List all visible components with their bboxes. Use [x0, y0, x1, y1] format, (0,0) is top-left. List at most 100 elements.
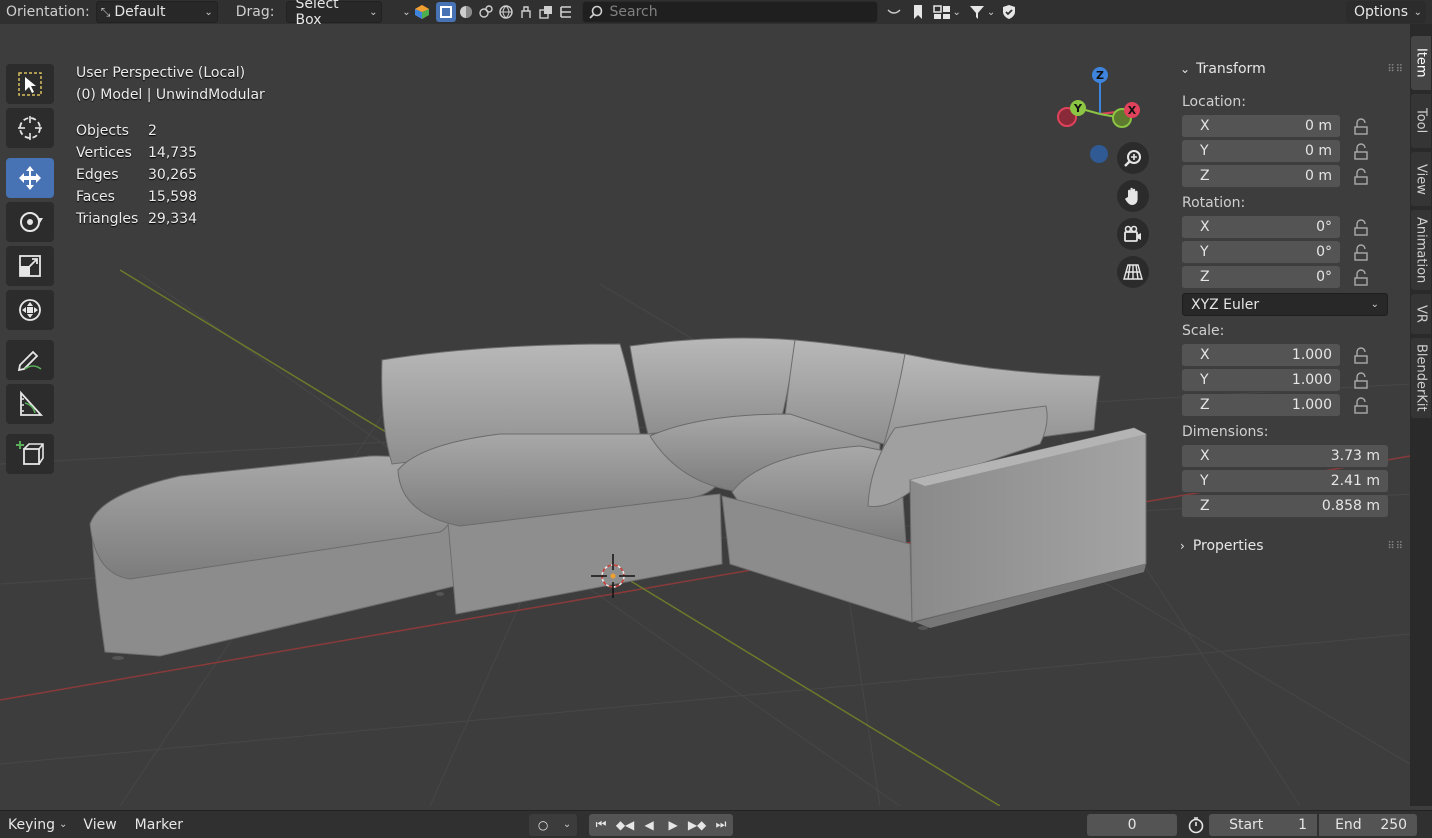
start-value: 1 [1298, 816, 1308, 833]
dimensions-z-field[interactable]: Z 0.858 m [1182, 495, 1388, 518]
axis-label: X [1200, 219, 1210, 235]
pan-button[interactable] [1117, 180, 1149, 212]
keying-menu[interactable]: Keying ⌄ [8, 817, 67, 833]
location-label: Location: [1182, 94, 1246, 110]
end-frame-field[interactable]: End 250 [1319, 813, 1418, 836]
scale-tool-button[interactable] [6, 246, 54, 286]
drag-grip-icon[interactable]: ⠿⠿ [1387, 541, 1404, 552]
add-cube-icon [16, 441, 44, 465]
3d-viewport[interactable]: User Perspective (Local) (0) Model | Unw… [0, 24, 1410, 806]
tab-blenderkit[interactable]: BlenderKit [1411, 338, 1431, 418]
select-box-tool-button[interactable] [6, 64, 54, 104]
sofa-model [89, 337, 1147, 660]
dimensions-y-field[interactable]: Y 2.41 m [1182, 470, 1388, 493]
overlay-icon[interactable] [536, 2, 556, 22]
tab-view[interactable]: View [1411, 152, 1431, 206]
marker-menu[interactable]: Marker [135, 817, 183, 833]
view-menu[interactable]: View [83, 817, 116, 833]
preview-range-button[interactable] [1185, 814, 1207, 836]
stat-label: Edges [76, 167, 119, 183]
properties-panel-header[interactable]: › Properties ⠿⠿ [1174, 533, 1404, 559]
chevron-down-icon[interactable]: ⌄ [400, 2, 412, 22]
prev-keyframe-button[interactable]: ◆◀ [613, 813, 638, 836]
filter-icon[interactable] [967, 2, 987, 22]
auto-keying-button[interactable]: ○ [529, 813, 558, 836]
transform-tool-button[interactable] [6, 290, 54, 330]
unlock-icon[interactable] [1352, 167, 1370, 186]
unlock-icon[interactable] [1352, 371, 1370, 390]
chevron-down-icon[interactable]: ⌄ [952, 7, 960, 18]
jump-start-button[interactable]: ⏮ [589, 813, 614, 836]
location-z-field[interactable]: Z 0 m [1182, 165, 1340, 188]
perspective-toggle-button[interactable] [1117, 256, 1149, 288]
field-value: 0 m [1305, 143, 1332, 159]
chevron-down-icon: ⌄ [59, 819, 68, 830]
annotate-tool-button[interactable] [6, 340, 54, 380]
scale-x-field[interactable]: X 1.000 [1182, 344, 1340, 367]
tab-tool[interactable]: Tool [1411, 94, 1431, 148]
unlock-icon[interactable] [1352, 346, 1370, 365]
display-mode-icon[interactable] [932, 2, 952, 22]
measure-tool-button[interactable] [6, 384, 54, 424]
zoom-button[interactable] [1117, 142, 1149, 174]
axis-label: Y [1200, 244, 1209, 260]
filter-toggle-icon[interactable] [884, 2, 904, 22]
transform-panel-header[interactable]: ⌄ Transform ⠿⠿ [1174, 56, 1404, 82]
rotate-tool-button[interactable] [6, 202, 54, 242]
rotation-y-field[interactable]: Y 0° [1182, 241, 1340, 264]
add-cube-tool-button[interactable] [6, 434, 54, 474]
cursor-tool-button[interactable] [6, 108, 54, 148]
current-frame-value: 0 [1127, 816, 1137, 833]
unlock-icon[interactable] [1352, 218, 1370, 237]
unlock-icon[interactable] [1352, 396, 1370, 415]
material-preview-icon[interactable] [476, 2, 496, 22]
search-box[interactable] [582, 1, 879, 23]
neg-z-handle[interactable] [1090, 145, 1108, 163]
dimensions-x-field[interactable]: X 3.73 m [1182, 445, 1388, 468]
drag-grip-icon[interactable]: ⠿⠿ [1387, 64, 1404, 75]
next-keyframe-button[interactable]: ▶◆ [685, 813, 710, 836]
start-frame-field[interactable]: Start 1 [1209, 813, 1318, 836]
rendered-shading-icon[interactable] [496, 2, 516, 22]
clean-up-icon[interactable] [516, 2, 536, 22]
tab-animation[interactable]: Animation [1411, 210, 1431, 290]
unlock-icon[interactable] [1352, 268, 1370, 287]
tab-item[interactable]: Item [1411, 36, 1431, 90]
play-reverse-button[interactable]: ◀ [637, 813, 662, 836]
cursor-icon [18, 116, 42, 140]
chevron-down-icon[interactable]: ⌄ [987, 7, 995, 18]
unlock-icon[interactable] [1352, 243, 1370, 262]
gizmo-toggle-icon[interactable] [556, 2, 576, 22]
tab-vr[interactable]: VR [1411, 294, 1431, 334]
location-x-field[interactable]: X 0 m [1182, 115, 1340, 138]
search-input[interactable] [609, 4, 860, 20]
scale-z-field[interactable]: Z 1.000 [1182, 394, 1340, 417]
select-box-icon [18, 72, 42, 96]
object-types-visibility-icon[interactable] [412, 2, 432, 22]
x-axis-label: X [1128, 104, 1137, 117]
transform-title: Transform [1196, 61, 1266, 77]
location-y-field[interactable]: Y 0 m [1182, 140, 1340, 163]
field-value: 2.41 m [1330, 473, 1380, 489]
chevron-down-icon: ⌄ [562, 819, 572, 830]
unlock-icon[interactable] [1352, 142, 1370, 161]
bookmark-icon[interactable] [908, 2, 928, 22]
keying-dropdown[interactable]: ⌄ [557, 813, 578, 836]
camera-view-button[interactable] [1117, 218, 1149, 250]
drag-dropdown[interactable]: Select Box ⌄ [286, 0, 383, 28]
jump-end-button[interactable]: ⏭ [709, 813, 734, 836]
rotation-mode-dropdown[interactable]: XYZ Euler ⌄ [1182, 293, 1388, 316]
current-frame-field[interactable]: 0 [1087, 813, 1178, 836]
rotation-z-field[interactable]: Z 0° [1182, 266, 1340, 289]
orientation-dropdown[interactable]: ⤡ Default ⌄ [95, 1, 218, 23]
options-dropdown[interactable]: Options ⌄ [1346, 1, 1426, 23]
shading-solid-icon[interactable] [456, 2, 476, 22]
move-tool-button[interactable] [6, 158, 54, 198]
scale-y-field[interactable]: Y 1.000 [1182, 369, 1340, 392]
stat-label: Objects [76, 123, 129, 139]
select-box-mode-icon[interactable] [436, 2, 457, 22]
unlock-icon[interactable] [1352, 117, 1370, 136]
rotation-x-field[interactable]: X 0° [1182, 216, 1340, 239]
shield-icon[interactable] [999, 2, 1019, 22]
play-button[interactable]: ▶ [661, 813, 686, 836]
